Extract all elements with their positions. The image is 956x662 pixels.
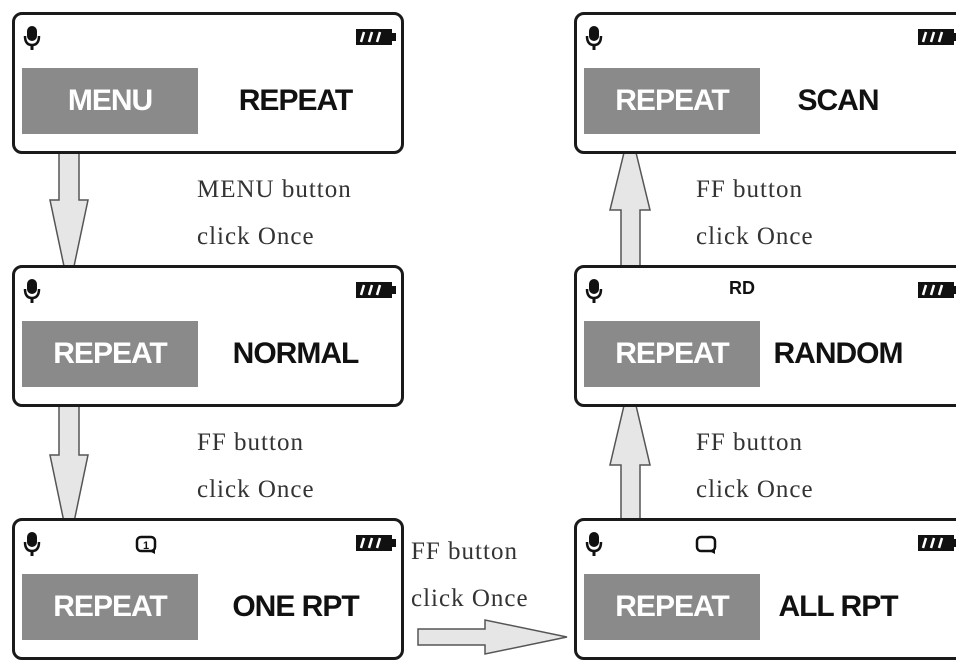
highlighted-menu-item: REPEAT [584, 321, 760, 387]
menu-value: RANDOM [773, 337, 904, 370]
highlighted-menu-item: REPEAT [584, 68, 760, 134]
battery-icon [356, 282, 396, 298]
step-caption-line1: MENU button [197, 176, 352, 203]
step-caption-line1: FF button [197, 429, 304, 456]
step-caption-line2: click Once [696, 476, 814, 503]
menu-value: NORMAL [232, 337, 360, 370]
repeat-all-icon [695, 535, 717, 554]
menu-value: ALL RPT [778, 590, 898, 623]
lcd-screen-repeat-normal: REPEAT NORMAL [12, 265, 404, 407]
battery-icon [356, 535, 396, 551]
svg-text:1: 1 [143, 540, 149, 552]
right-arrow [417, 619, 568, 655]
menu-value: ONE RPT [232, 590, 359, 623]
step-caption-ff: FF button click Once [411, 528, 529, 622]
highlighted-menu-item: REPEAT [22, 574, 198, 640]
lcd-screen-repeat-all: REPEAT ALL RPT [574, 518, 956, 660]
lcd-screen-menu: MENU REPEAT [12, 12, 404, 154]
highlighted-menu-item: MENU [22, 68, 198, 134]
step-caption-line2: click Once [696, 223, 814, 250]
microphone-icon [23, 279, 41, 303]
step-caption-line1: FF button [696, 176, 803, 203]
step-caption-line1: FF button [411, 538, 518, 565]
menu-value: SCAN [797, 84, 879, 117]
step-caption-ff: FF button click Once [696, 419, 814, 513]
random-status-indicator: RD [729, 278, 755, 298]
step-caption-line2: click Once [197, 223, 315, 250]
step-caption-line2: click Once [197, 476, 315, 503]
microphone-icon [585, 26, 603, 50]
lcd-screen-repeat-random: RD REPEAT RANDOM [574, 265, 956, 407]
microphone-icon [585, 279, 603, 303]
battery-icon [918, 535, 956, 551]
lcd-screen-repeat-scan: REPEAT SCAN [574, 12, 956, 154]
step-caption-line2: click Once [411, 585, 529, 612]
battery-icon [356, 29, 396, 45]
battery-icon [918, 29, 956, 45]
microphone-icon [23, 532, 41, 556]
microphone-icon [23, 26, 41, 50]
step-caption-ff: FF button click Once [696, 166, 814, 260]
repeat-one-icon: 1 [135, 535, 157, 554]
highlighted-menu-item: REPEAT [584, 574, 760, 640]
highlighted-menu-item: REPEAT [22, 321, 198, 387]
microphone-icon [585, 532, 603, 556]
step-caption-line1: FF button [696, 429, 803, 456]
step-caption-menu: MENU button click Once [197, 166, 352, 260]
menu-value: REPEAT [238, 84, 353, 117]
battery-icon [918, 282, 956, 298]
step-caption-ff: FF button click Once [197, 419, 315, 513]
lcd-screen-repeat-one: 1 REPEAT ONE RPT [12, 518, 404, 660]
